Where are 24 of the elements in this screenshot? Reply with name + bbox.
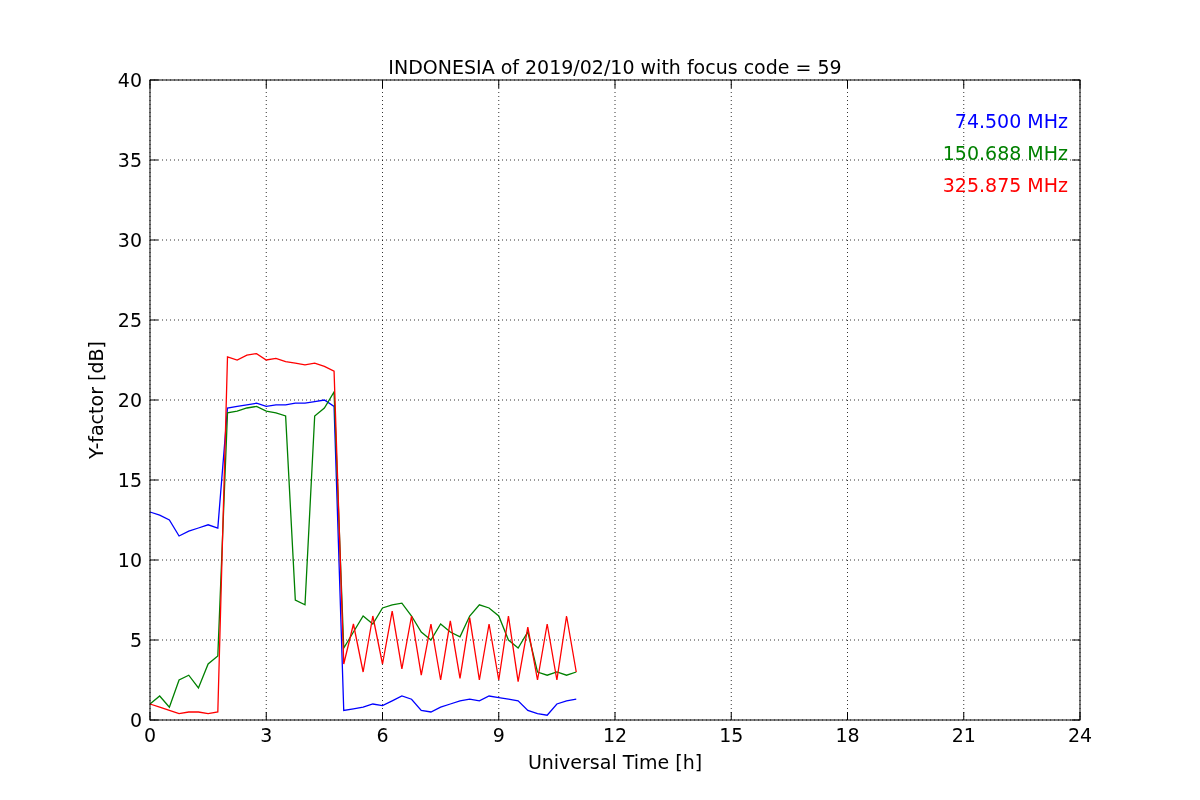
tick-label: 24 xyxy=(1067,724,1093,746)
tick-label: 30 xyxy=(117,229,142,251)
tick-label: 6 xyxy=(376,724,389,746)
axis-label: Universal Time [h] xyxy=(527,751,703,773)
tick-label: 40 xyxy=(117,69,142,91)
tick-label: 5 xyxy=(129,629,142,651)
tick-label: 15 xyxy=(117,469,142,491)
tick-label: 15 xyxy=(719,724,744,746)
tick-label: 3 xyxy=(260,724,273,746)
tick-label: 25 xyxy=(117,309,142,331)
tick-label: 12 xyxy=(602,724,628,746)
axis-label: Y-factor [dB] xyxy=(85,341,107,459)
legend-label: 150.688 MHz xyxy=(942,142,1068,164)
tick-label: 9 xyxy=(492,724,505,746)
legend-label: 325.875 MHz xyxy=(942,174,1068,196)
tick-label: 0 xyxy=(129,709,142,731)
tick-label: 21 xyxy=(951,724,976,746)
chart-title: INDONESIA of 2019/02/10 with focus code = 59 xyxy=(388,56,842,78)
tick-label: 18 xyxy=(835,724,860,746)
tick-label: 0 xyxy=(143,724,157,746)
tick-label: 20 xyxy=(117,389,142,411)
tick-label: 35 xyxy=(117,149,142,171)
tick-label: 10 xyxy=(117,549,142,571)
legend-label: 74.500 MHz xyxy=(954,110,1068,132)
